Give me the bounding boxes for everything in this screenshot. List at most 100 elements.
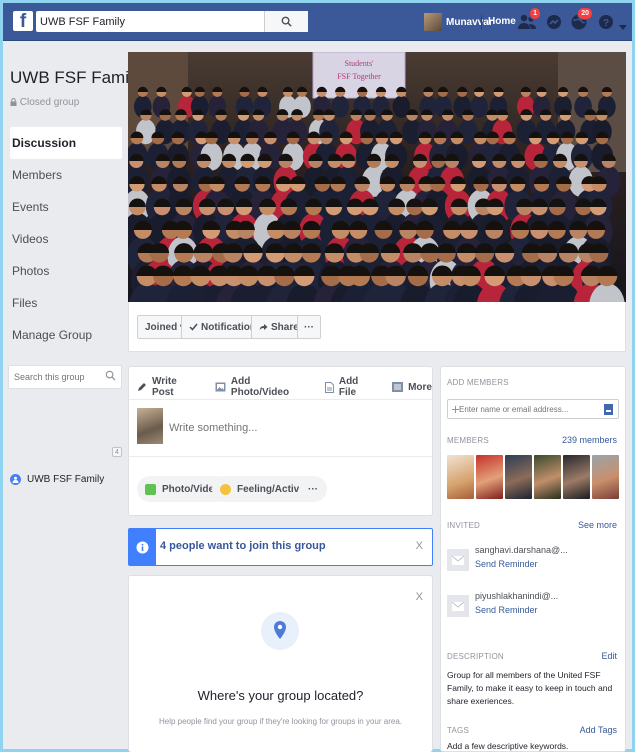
nav-events[interactable]: Events [10,191,122,223]
svg-text:?: ? [603,18,609,29]
notifications-badge: 20 [577,7,593,20]
search-icon [281,16,292,27]
home-link[interactable]: Home [488,16,516,27]
list-icon [392,382,404,392]
pencil-icon [137,383,146,391]
photo-icon [145,483,156,495]
group-shortcut[interactable]: UWB FSF Family [10,474,104,485]
invited-email: piyushlakhanindi@... [475,591,559,601]
join-requests-text: 4 people want to join this group [160,540,326,552]
search-icon[interactable] [105,370,116,381]
member-photo[interactable] [476,455,503,499]
messages-button[interactable] [544,12,564,32]
photo-icon [215,382,226,392]
group-info-panel: ADD MEMBERS MEMBERS 239 members INVITED … [440,366,626,752]
invited-heading: INVITED [447,521,480,530]
members-count-link[interactable]: 239 members [562,435,617,445]
check-icon [189,323,198,331]
members-heading: MEMBERS [447,436,489,445]
composer-card: Write Post Add Photo/Video Add File More… [128,366,433,516]
nav-photos[interactable]: Photos [10,255,122,287]
profile-link[interactable]: Munavvar [424,13,493,31]
location-title: Where's your group located? [197,688,364,703]
plus-icon [452,405,459,413]
invited-member: piyushlakhanindi@... Send Reminder [447,589,623,629]
location-pin-icon [260,611,300,656]
send-reminder-link[interactable]: Send Reminder [475,559,538,569]
post-input[interactable] [169,422,419,434]
composer-tabs: Write Post Add Photo/Video Add File More [137,376,432,398]
invited-member: sanghavi.darshana@... Send Reminder [447,543,623,583]
composer-body [129,399,432,457]
location-subtitle: Help people find your group if they're l… [158,717,402,726]
more-label: More [408,381,432,393]
invited-email: sanghavi.darshana@... [475,545,568,555]
member-thumbnails [447,455,619,499]
send-reminder-link[interactable]: Send Reminder [475,605,538,615]
add-photo-video-label: Add Photo/Video [230,376,290,398]
group-search [8,365,122,389]
member-photo[interactable] [447,455,474,499]
group-icon [10,474,21,485]
add-members-input[interactable] [459,404,604,414]
tags-hint: Add a few descriptive keywords. [447,741,569,751]
close-icon[interactable]: X [416,592,423,603]
email-icon [447,595,469,617]
privacy-label: Closed group [19,97,80,108]
global-search [36,11,308,32]
composer-more-button[interactable]: ··· [299,476,327,502]
cover-photo[interactable]: Students' FSF Together [128,52,626,302]
group-description: Group for all members of the United FSF … [447,670,613,706]
nav-members[interactable]: Members [10,159,122,191]
description-heading: DESCRIPTION [447,652,504,661]
nav-files[interactable]: Files [10,287,122,319]
group-navigation: Discussion Members Events Videos Photos … [10,127,122,351]
edit-description-link[interactable]: Edit [601,651,617,661]
add-tags-link[interactable]: Add Tags [580,725,617,735]
tags-heading: TAGS [447,726,469,735]
search-button[interactable] [264,11,308,32]
member-photo[interactable] [534,455,561,499]
group-shortcut-label: UWB FSF Family [27,474,105,485]
write-post-tab[interactable]: Write Post [137,376,201,398]
close-icon[interactable]: X [416,541,423,552]
friend-requests-button[interactable]: 1 [517,7,541,32]
smiley-icon [220,483,231,495]
help-icon: ? [599,15,613,29]
add-members-field [447,399,619,419]
email-icon [447,549,469,571]
join-requests-banner[interactable]: 4 people want to join this group X [128,528,433,566]
account-menu-button[interactable] [619,18,627,36]
global-search-input[interactable] [36,11,276,32]
add-members-heading: ADD MEMBERS [447,378,509,387]
group-search-input[interactable] [9,366,99,388]
avatar [137,408,163,444]
more-tab[interactable]: More [392,376,432,398]
info-icon [129,529,156,565]
nav-videos[interactable]: Videos [10,223,122,255]
share-icon [259,324,268,330]
contact-card-icon[interactable] [604,404,613,415]
lock-icon [10,98,17,106]
chevron-down-icon [619,25,627,30]
location-card: X Where's your group located? Help peopl… [128,575,433,752]
more-options-button[interactable]: ··· [297,315,321,339]
see-more-link[interactable]: See more [578,520,617,530]
group-title[interactable]: UWB FSF Family [10,68,141,88]
member-photo[interactable] [592,455,619,499]
share-label: Share [271,321,299,333]
add-file-label: Add File [338,376,359,398]
friend-requests-badge: 1 [529,7,541,20]
facebook-logo-icon[interactable]: f [13,11,33,31]
add-photo-video-tab[interactable]: Add Photo/Video [215,376,311,398]
nav-manage-group[interactable]: Manage Group [10,319,122,351]
cover-actions-bar: Joined ▾ Notifications Share ··· [128,302,626,352]
help-button[interactable]: ? [597,12,617,32]
add-file-tab[interactable]: Add File [324,376,378,398]
group-photo-image: Students' FSF Together [128,52,626,302]
member-photo[interactable] [505,455,532,499]
member-photo[interactable] [563,455,590,499]
nav-discussion[interactable]: Discussion [10,127,122,159]
group-count-badge: 4 [112,447,122,457]
notifications-button[interactable]: 20 [569,7,593,32]
